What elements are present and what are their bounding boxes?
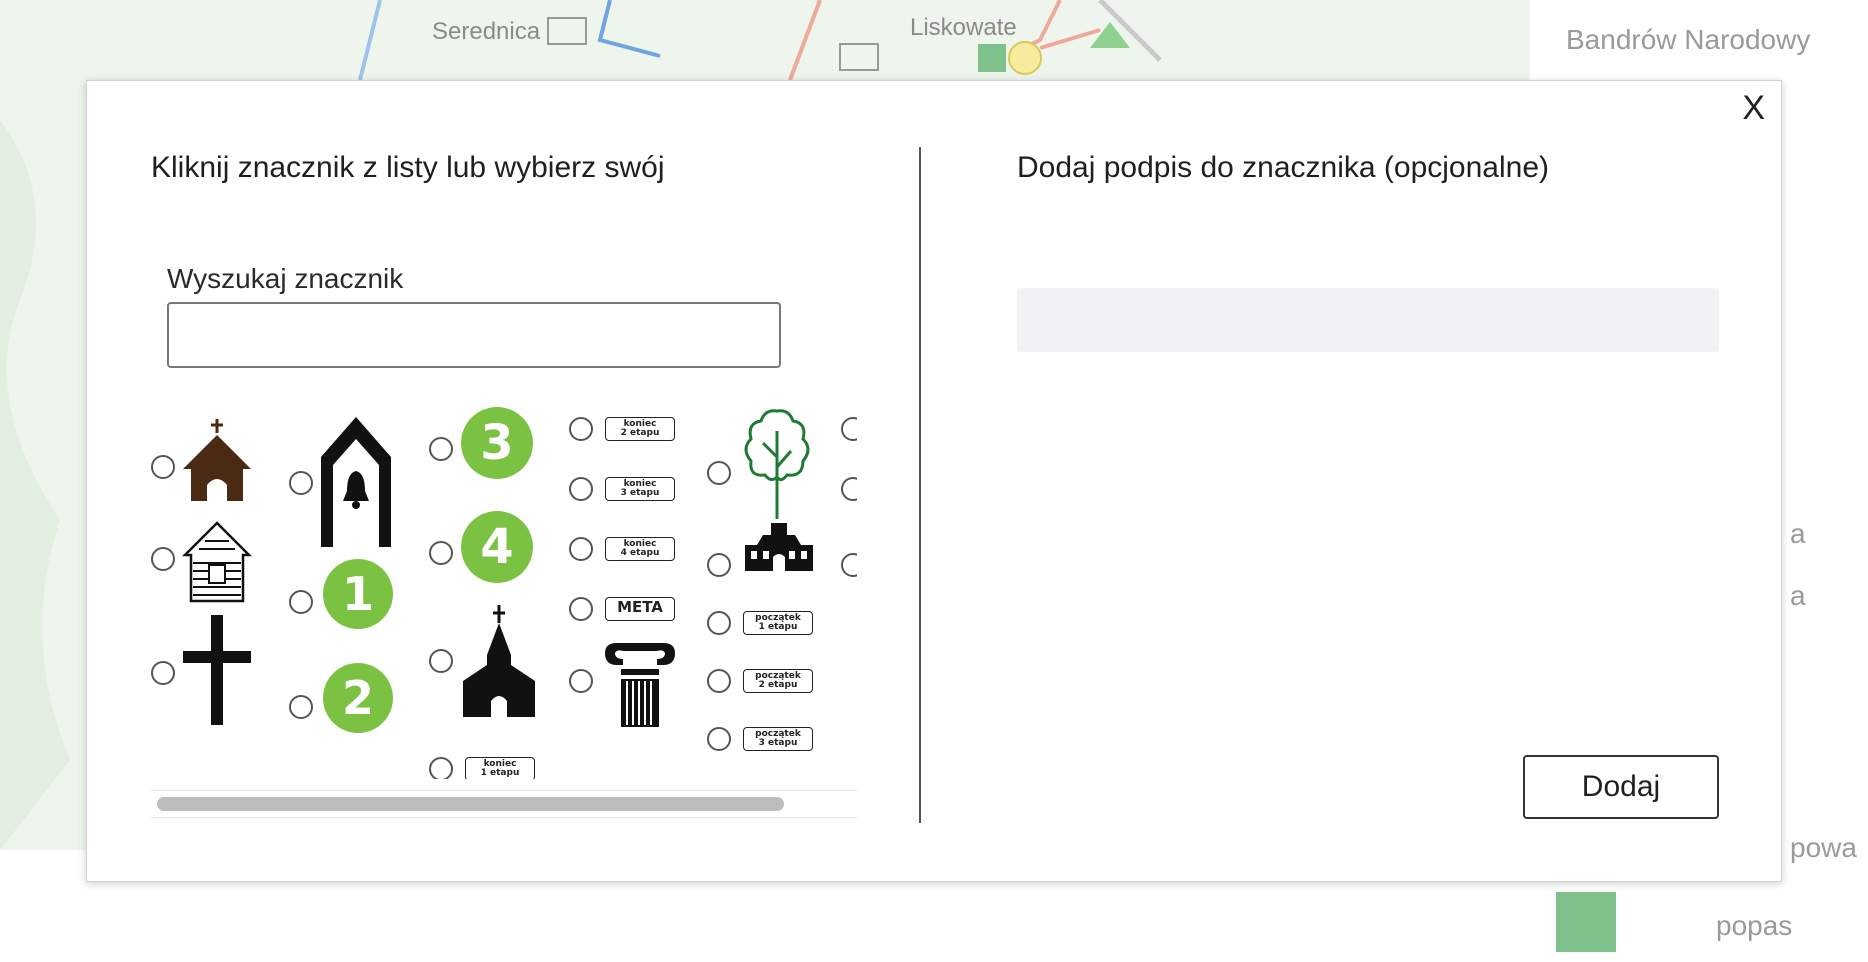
column-icon — [605, 643, 675, 727]
marker-radio-chapel[interactable] — [429, 649, 453, 673]
marker-caption-input[interactable] — [1017, 288, 1719, 352]
number-badge-1: 1 — [323, 559, 393, 629]
marker-search-input[interactable] — [167, 302, 781, 368]
tag-line-2: 3 etapu — [620, 488, 660, 498]
tag-meta: META — [605, 597, 675, 621]
marker-radio-manor[interactable] — [707, 553, 731, 577]
marker-radio-koniec-4[interactable] — [569, 537, 593, 561]
tag-koniec-3-etapu: koniec 3 etapu — [605, 477, 675, 501]
marker-radio-tree[interactable] — [707, 461, 731, 485]
legend-item-partial-2: a — [1790, 580, 1806, 611]
chapel-icon — [463, 605, 535, 717]
marker-radio-number-1[interactable] — [289, 590, 313, 614]
tag-line-2: 1 etapu — [758, 622, 798, 632]
tag-koniec-1-etapu: koniec 1 etapu — [465, 757, 535, 779]
tag-poczatek-3-etapu: początek 3 etapu — [743, 727, 813, 751]
search-label: Wyszukaj znacznik — [167, 263, 404, 294]
scrollbar-thumb[interactable] — [157, 797, 784, 811]
marker-radio-meta[interactable] — [569, 597, 593, 621]
caption-title: Dodaj podpis do znacznika (opcjonalne) — [1017, 151, 1550, 184]
manor-icon — [745, 523, 813, 571]
marker-radio-church[interactable] — [151, 455, 175, 479]
tag-poczatek-1-etapu: początek 1 etapu — [743, 611, 813, 635]
marker-radio-koniec-2[interactable] — [569, 417, 593, 441]
number-badge-2: 2 — [323, 663, 393, 733]
marker-grid: 1 2 3 4 koniec 1 etapu koniec 2 etapu ko… — [151, 407, 857, 779]
marker-radio-column[interactable] — [569, 669, 593, 693]
marker-radio-cross[interactable] — [151, 661, 175, 685]
marker-radio-poczatek-1[interactable] — [707, 611, 731, 635]
panel-divider — [919, 147, 921, 823]
marker-radio-koniec-1[interactable] — [429, 757, 453, 779]
wooden-church-icon — [181, 521, 253, 603]
church-icon — [183, 419, 251, 501]
marker-radio-extra-1[interactable] — [841, 417, 857, 441]
tag-poczatek-2-etapu: początek 2 etapu — [743, 669, 813, 693]
tree-icon — [744, 409, 810, 519]
number-badge-3: 3 — [461, 407, 533, 479]
marker-radio-extra-2[interactable] — [841, 477, 857, 501]
legend-item-bandrow: Bandrów Narodowy — [1566, 24, 1811, 55]
map-label-serednica: Serednica — [432, 18, 541, 45]
marker-dialog: X Kliknij znacznik z listy lub wybierz s… — [86, 80, 1782, 882]
close-button[interactable]: X — [1742, 91, 1765, 125]
tag-line-2: 4 etapu — [620, 548, 660, 558]
tag-line-2: 2 etapu — [620, 428, 660, 438]
marker-grid-scrollbar[interactable] — [151, 790, 857, 818]
map-label-liskowate: Liskowate — [910, 14, 1017, 41]
add-button[interactable]: Dodaj — [1523, 755, 1719, 819]
tag-koniec-2-etapu: koniec 2 etapu — [605, 417, 675, 441]
tag-line-2: 3 etapu — [758, 738, 798, 748]
marker-radio-poczatek-2[interactable] — [707, 669, 731, 693]
marker-radio-poczatek-3[interactable] — [707, 727, 731, 751]
cross-icon — [183, 615, 251, 725]
legend-item-partial-3: powa — [1790, 832, 1857, 863]
marker-radio-number-3[interactable] — [429, 437, 453, 461]
marker-radio-number-2[interactable] — [289, 695, 313, 719]
marker-radio-extra-3[interactable] — [841, 553, 857, 577]
number-badge-4: 4 — [461, 511, 533, 583]
tag-koniec-4-etapu: koniec 4 etapu — [605, 537, 675, 561]
marker-radio-wooden-church[interactable] — [151, 547, 175, 571]
legend-item-partial-1: a — [1790, 518, 1806, 549]
popas-icon — [1556, 892, 1616, 952]
marker-radio-koniec-3[interactable] — [569, 477, 593, 501]
tag-line-2: 2 etapu — [758, 680, 798, 690]
legend-item-popas: popas — [1716, 910, 1793, 941]
bell-tower-icon — [321, 417, 391, 547]
marker-list-title: Kliknij znacznik z listy lub wybierz swó… — [151, 151, 665, 184]
marker-radio-bell-tower[interactable] — [289, 471, 313, 495]
tag-line-2: 1 etapu — [480, 768, 520, 778]
marker-radio-number-4[interactable] — [429, 541, 453, 565]
